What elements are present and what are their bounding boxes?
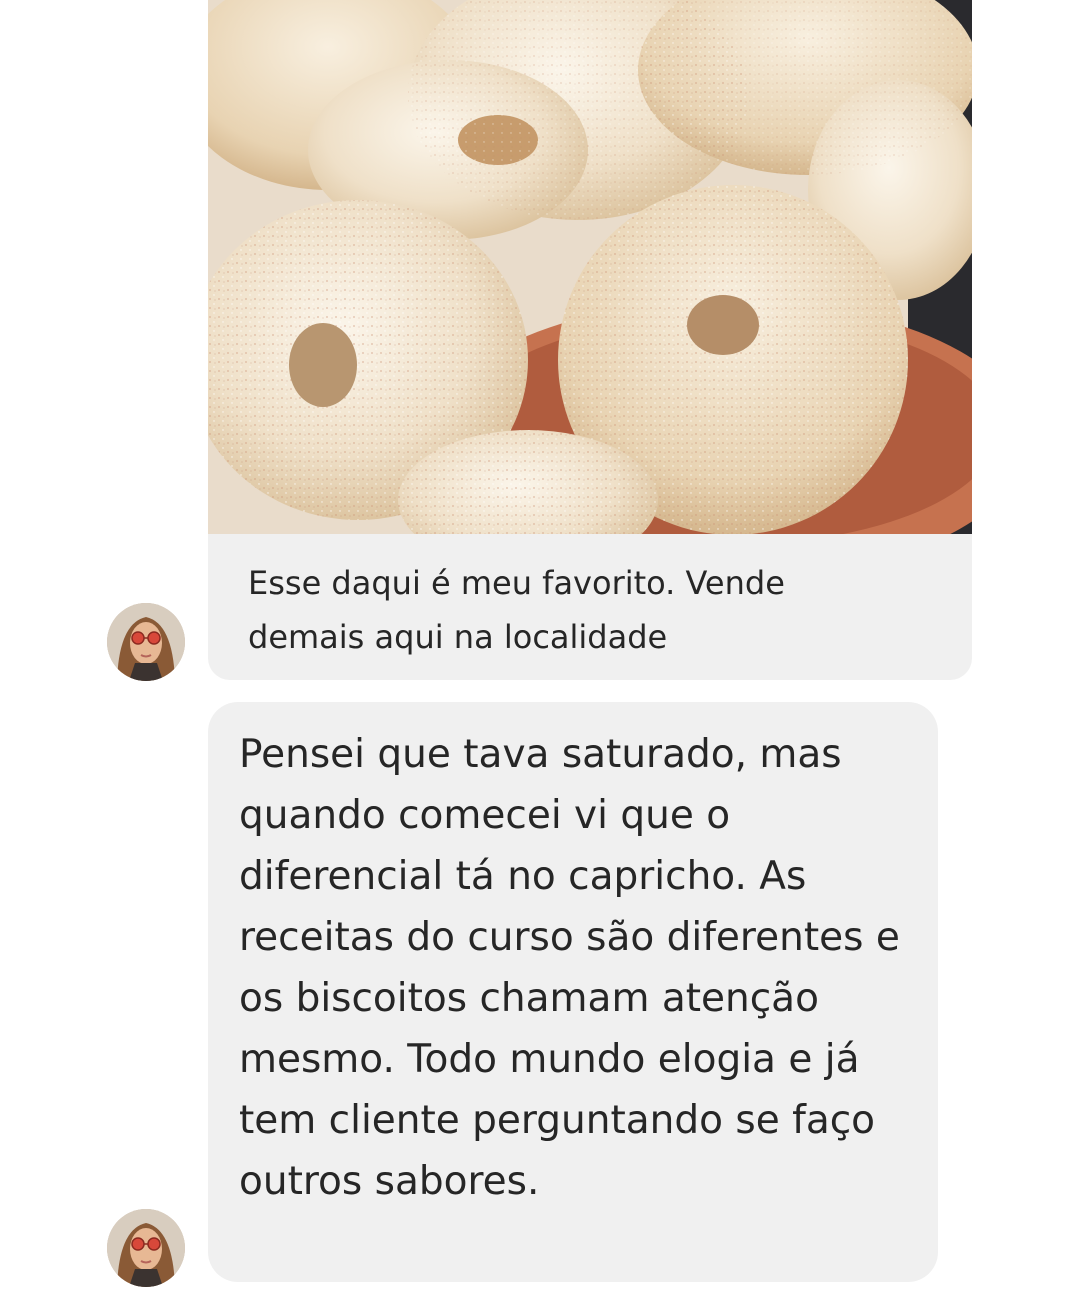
message-photo[interactable]: [208, 0, 972, 534]
message-text: Pensei que tava saturado, mas quando com…: [239, 732, 900, 1204]
message-bubble-caption[interactable]: Esse daqui é meu favorito. Vende demais …: [208, 534, 972, 680]
donut-biscuits-image: [208, 0, 972, 534]
user-avatar-icon[interactable]: [107, 1209, 185, 1287]
message-text: Esse daqui é meu favorito. Vende demais …: [248, 564, 785, 656]
user-avatar-icon[interactable]: [107, 603, 185, 681]
message-bubble-text[interactable]: Pensei que tava saturado, mas quando com…: [208, 702, 938, 1282]
